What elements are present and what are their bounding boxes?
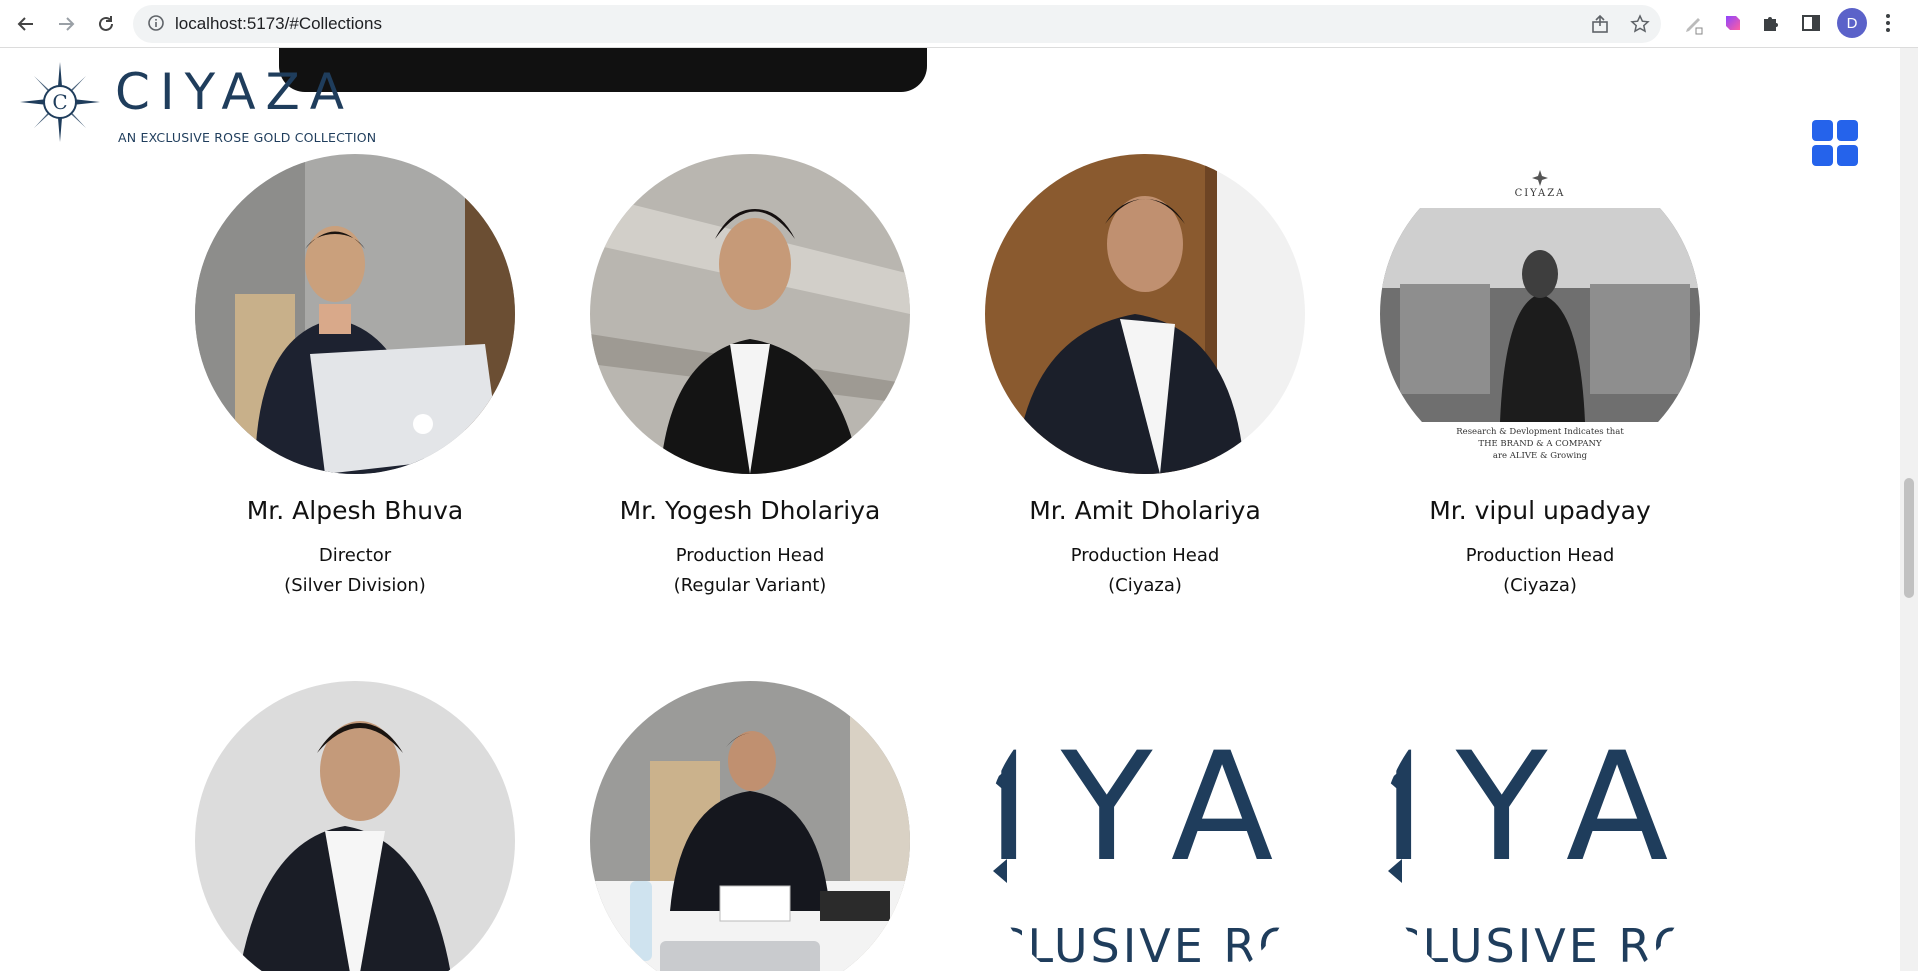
profile-avatar[interactable]: D [1837,8,1867,38]
member-role: Production Head (Ciyaza) [1380,541,1700,601]
team-member-card: Mr. Yogesh Dholariya Production Head (Re… [590,154,910,601]
poster-caption-line: THE BRAND & A COMPANY [1478,439,1602,449]
placeholder-letters: IYA [986,721,1304,895]
team-member-card: Mr. Amit Dholariya Production Head (Ciya… [985,154,1305,601]
brand-name: CIYAZA [115,63,354,121]
placeholder-logo-card: IYA CLUSIVE RO [985,681,1305,971]
member-photo [195,681,515,971]
url-text: localhost:5173/#Collections [175,14,382,33]
team-member-card: CIYAZA Research & Devlopment Indicates t… [1380,154,1700,601]
scrollbar-thumb[interactable] [1904,478,1914,598]
member-division: (Regular Variant) [673,575,827,596]
member-name: Mr. Amit Dholariya [1029,496,1261,525]
team-member-card [590,681,910,971]
member-division: (Silver Division) [284,575,426,596]
poster-brand: CIYAZA [1514,188,1566,199]
site-info-icon[interactable] [147,14,165,36]
profile-initial: D [1846,14,1858,32]
member-title: Director [318,545,392,566]
grid-cell [1837,120,1858,141]
member-name: Mr. Alpesh Bhuva [246,496,464,525]
member-poster: CIYAZA Research & Devlopment Indicates t… [1380,154,1700,474]
poster-caption-line: are ALIVE & Growing [1492,451,1588,461]
member-role: Production Head (Regular Variant) [590,541,910,601]
star-logo-icon: C [20,62,100,142]
member-division: (Ciyaza) [1108,575,1182,596]
member-title: Production Head [1070,545,1220,566]
gradient-extension-icon[interactable] [1722,12,1744,38]
member-division: (Ciyaza) [1503,575,1577,596]
team-member-card [195,681,515,971]
side-panel-icon[interactable] [1800,12,1822,38]
grid-cell [1837,145,1858,166]
placeholder-logo-image: IYA CLUSIVE RO [985,681,1305,971]
placeholder-letters: IYA [1381,721,1699,895]
page-content: C CIYAZA AN EXCLUSIVE ROSE GOLD COLLECTI… [0,48,1900,971]
brand-tagline: AN EXCLUSIVE ROSE GOLD COLLECTION [118,130,377,145]
member-name: Mr. Yogesh Dholariya [619,496,881,525]
member-name: Mr. vipul upadyay [1429,496,1651,525]
grid-menu-button[interactable] [1812,120,1858,166]
member-role: Director (Silver Division) [195,541,515,601]
poster-caption-line: Research & Devlopment Indicates that [1456,427,1624,437]
placeholder-logo-card: IYA CLUSIVE RO [1380,681,1700,971]
member-photo [985,154,1305,474]
member-photo [590,154,910,474]
brand-logo[interactable]: C CIYAZA AN EXCLUSIVE ROSE GOLD COLLECTI… [20,62,376,145]
bookmark-star-icon[interactable] [1630,14,1650,38]
poster-caption: Research & Devlopment Indicates that THE… [1380,426,1700,462]
browser-toolbar: localhost:5173/#Collections D [0,0,1918,48]
member-photo [590,681,910,971]
share-icon[interactable] [1590,14,1610,38]
back-icon[interactable] [12,10,40,38]
placeholder-tagline: CLUSIVE RO [992,919,1298,971]
forward-icon[interactable] [52,10,80,38]
extensions-puzzle-icon[interactable] [1760,12,1782,38]
member-photo [195,154,515,474]
member-title: Production Head [1465,545,1615,566]
grid-cell [1812,145,1833,166]
page-scrollbar[interactable] [1900,48,1918,971]
svg-text:C: C [52,90,67,114]
grid-cell [1812,120,1833,141]
pen-extension-icon[interactable] [1682,12,1706,40]
address-bar[interactable]: localhost:5173/#Collections [133,5,1661,43]
menu-kebab-icon[interactable] [1884,12,1892,38]
placeholder-logo-image: IYA CLUSIVE RO [1380,681,1700,971]
reload-icon[interactable] [92,10,120,38]
placeholder-tagline: CLUSIVE RO [1387,919,1693,971]
member-title: Production Head [675,545,825,566]
member-role: Production Head (Ciyaza) [985,541,1305,601]
header-photo-fragment [279,48,927,92]
team-member-card: Mr. Alpesh Bhuva Director (Silver Divisi… [195,154,515,601]
